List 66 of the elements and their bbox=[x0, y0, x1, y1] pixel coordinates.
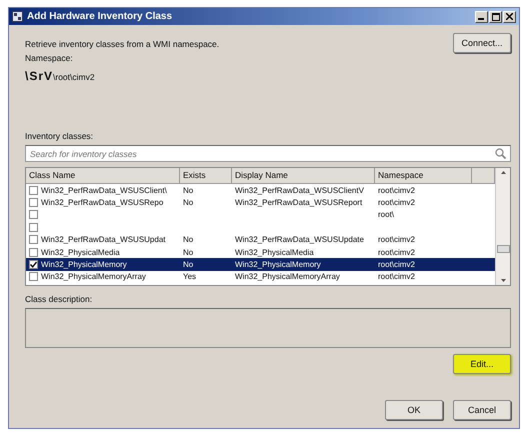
table-cell: Win32_PerfRawData_WSUSClientV bbox=[235, 186, 364, 195]
table-cell: No bbox=[183, 248, 194, 257]
maximize-icon bbox=[492, 12, 500, 20]
table-row[interactable]: Win32_PerfRawData_WSUSUpdat No Win32_PerfRawData_WSUSUpdate root\cimv2 bbox=[26, 234, 495, 246]
server-name: \SrV bbox=[25, 69, 54, 83]
table-cell: Win32_PhysicalMemoryArray bbox=[235, 272, 340, 282]
column-header[interactable]: Display Name bbox=[232, 168, 375, 184]
table-cell: root\cimv2 bbox=[378, 198, 415, 208]
table-cell: Win32_PhysicalMedia bbox=[41, 248, 120, 257]
checkbox[interactable] bbox=[29, 248, 38, 257]
table-row[interactable]: Win32_PhysicalMedia No Win32_PhysicalMedia root\cimv2 bbox=[26, 246, 495, 258]
inventory-classes-label: Inventory classes: bbox=[25, 131, 94, 141]
intro-text: Retrieve inventory classes from a WMI namespace. bbox=[25, 39, 220, 49]
table-cell: root\cimv2 bbox=[378, 186, 415, 195]
close-button[interactable] bbox=[503, 10, 516, 22]
checkbox[interactable] bbox=[29, 260, 38, 270]
table-cell: root\cimv2 bbox=[378, 235, 415, 244]
checkbox[interactable] bbox=[29, 235, 38, 244]
table-cell: root\cimv2 bbox=[378, 248, 415, 257]
edit-button[interactable]: Edit... bbox=[453, 354, 511, 374]
checkbox[interactable] bbox=[29, 272, 38, 282]
maximize-button[interactable] bbox=[489, 10, 502, 22]
checkbox[interactable] bbox=[29, 222, 38, 232]
table-cell: Win32_PerfRawData_WSUSUpdate bbox=[235, 235, 364, 244]
table-cell: Win32_PerfRawData_WSUSReport bbox=[235, 198, 362, 208]
namespace-path: \root\cimv2 bbox=[53, 72, 95, 82]
table-cell: Win32_PhysicalMemoryArray bbox=[41, 272, 146, 282]
table-cell: No bbox=[183, 186, 194, 195]
window-title: Add Hardware Inventory Class bbox=[27, 11, 174, 22]
class-description-label: Class description: bbox=[25, 294, 94, 304]
scrollbar-thumb[interactable] bbox=[496, 245, 510, 253]
namespace-label: Namespace: bbox=[25, 53, 74, 63]
search-field[interactable]: Search for inventory classes bbox=[25, 145, 511, 162]
minimize-button[interactable] bbox=[475, 10, 488, 22]
table-cell: root\ bbox=[378, 210, 394, 220]
table-row[interactable]: Win32_PerfRawData_WSUSRepo No Win32_PerfRawData_WSUSReport root\cimv2 bbox=[26, 196, 495, 209]
dialog-button[interactable]: OK bbox=[385, 400, 443, 420]
table-cell: No bbox=[183, 198, 194, 208]
checkbox[interactable] bbox=[29, 186, 38, 195]
table-cell: Win32_PerfRawData_WSUSClient\ bbox=[41, 186, 167, 195]
search-icon bbox=[495, 148, 506, 159]
dialog-button[interactable]: Cancel bbox=[453, 400, 511, 420]
table-cell: Win32_PerfRawData_WSUSUpdat bbox=[41, 235, 166, 244]
table-cell: Win32_PhysicalMemory bbox=[41, 260, 127, 270]
table-row[interactable]: Win32_PerfRawData_WSUSClient\ No Win32_PerfRawData_WSUSClientV root\cimv2 bbox=[26, 184, 495, 196]
checkbox[interactable] bbox=[29, 210, 38, 220]
table-cell: Win32_PhysicalMedia bbox=[235, 248, 314, 257]
window-icon bbox=[12, 11, 23, 22]
table-row[interactable]: root\ bbox=[26, 208, 495, 222]
table-cell: root\cimv2 bbox=[378, 260, 415, 270]
class-description-field[interactable] bbox=[25, 308, 511, 348]
table-cell: No bbox=[183, 235, 194, 244]
checkbox[interactable] bbox=[29, 198, 38, 208]
table-cell: Win32_PhysicalMemory bbox=[235, 260, 321, 270]
table-cell: Win32_PerfRawData_WSUSRepo bbox=[41, 198, 164, 208]
table-row[interactable]: Win32_PhysicalMemoryArray Yes Win32_PhysicalMemoryArray root\cimv2 bbox=[26, 270, 495, 284]
table-cell: Yes bbox=[183, 272, 196, 282]
close-icon bbox=[506, 13, 513, 20]
table-cell: root\cimv2 bbox=[378, 272, 415, 282]
scrollbar[interactable] bbox=[495, 168, 510, 285]
table-cell: No bbox=[183, 260, 194, 270]
column-header[interactable]: Exists bbox=[180, 168, 232, 184]
column-header[interactable]: Namespace bbox=[375, 168, 472, 184]
connect-button[interactable]: Connect... bbox=[453, 33, 511, 53]
table-row[interactable]: Win32_PhysicalMemory No Win32_PhysicalMemory root\cimv2 bbox=[26, 258, 495, 271]
column-header[interactable]: Class Name bbox=[26, 168, 180, 184]
